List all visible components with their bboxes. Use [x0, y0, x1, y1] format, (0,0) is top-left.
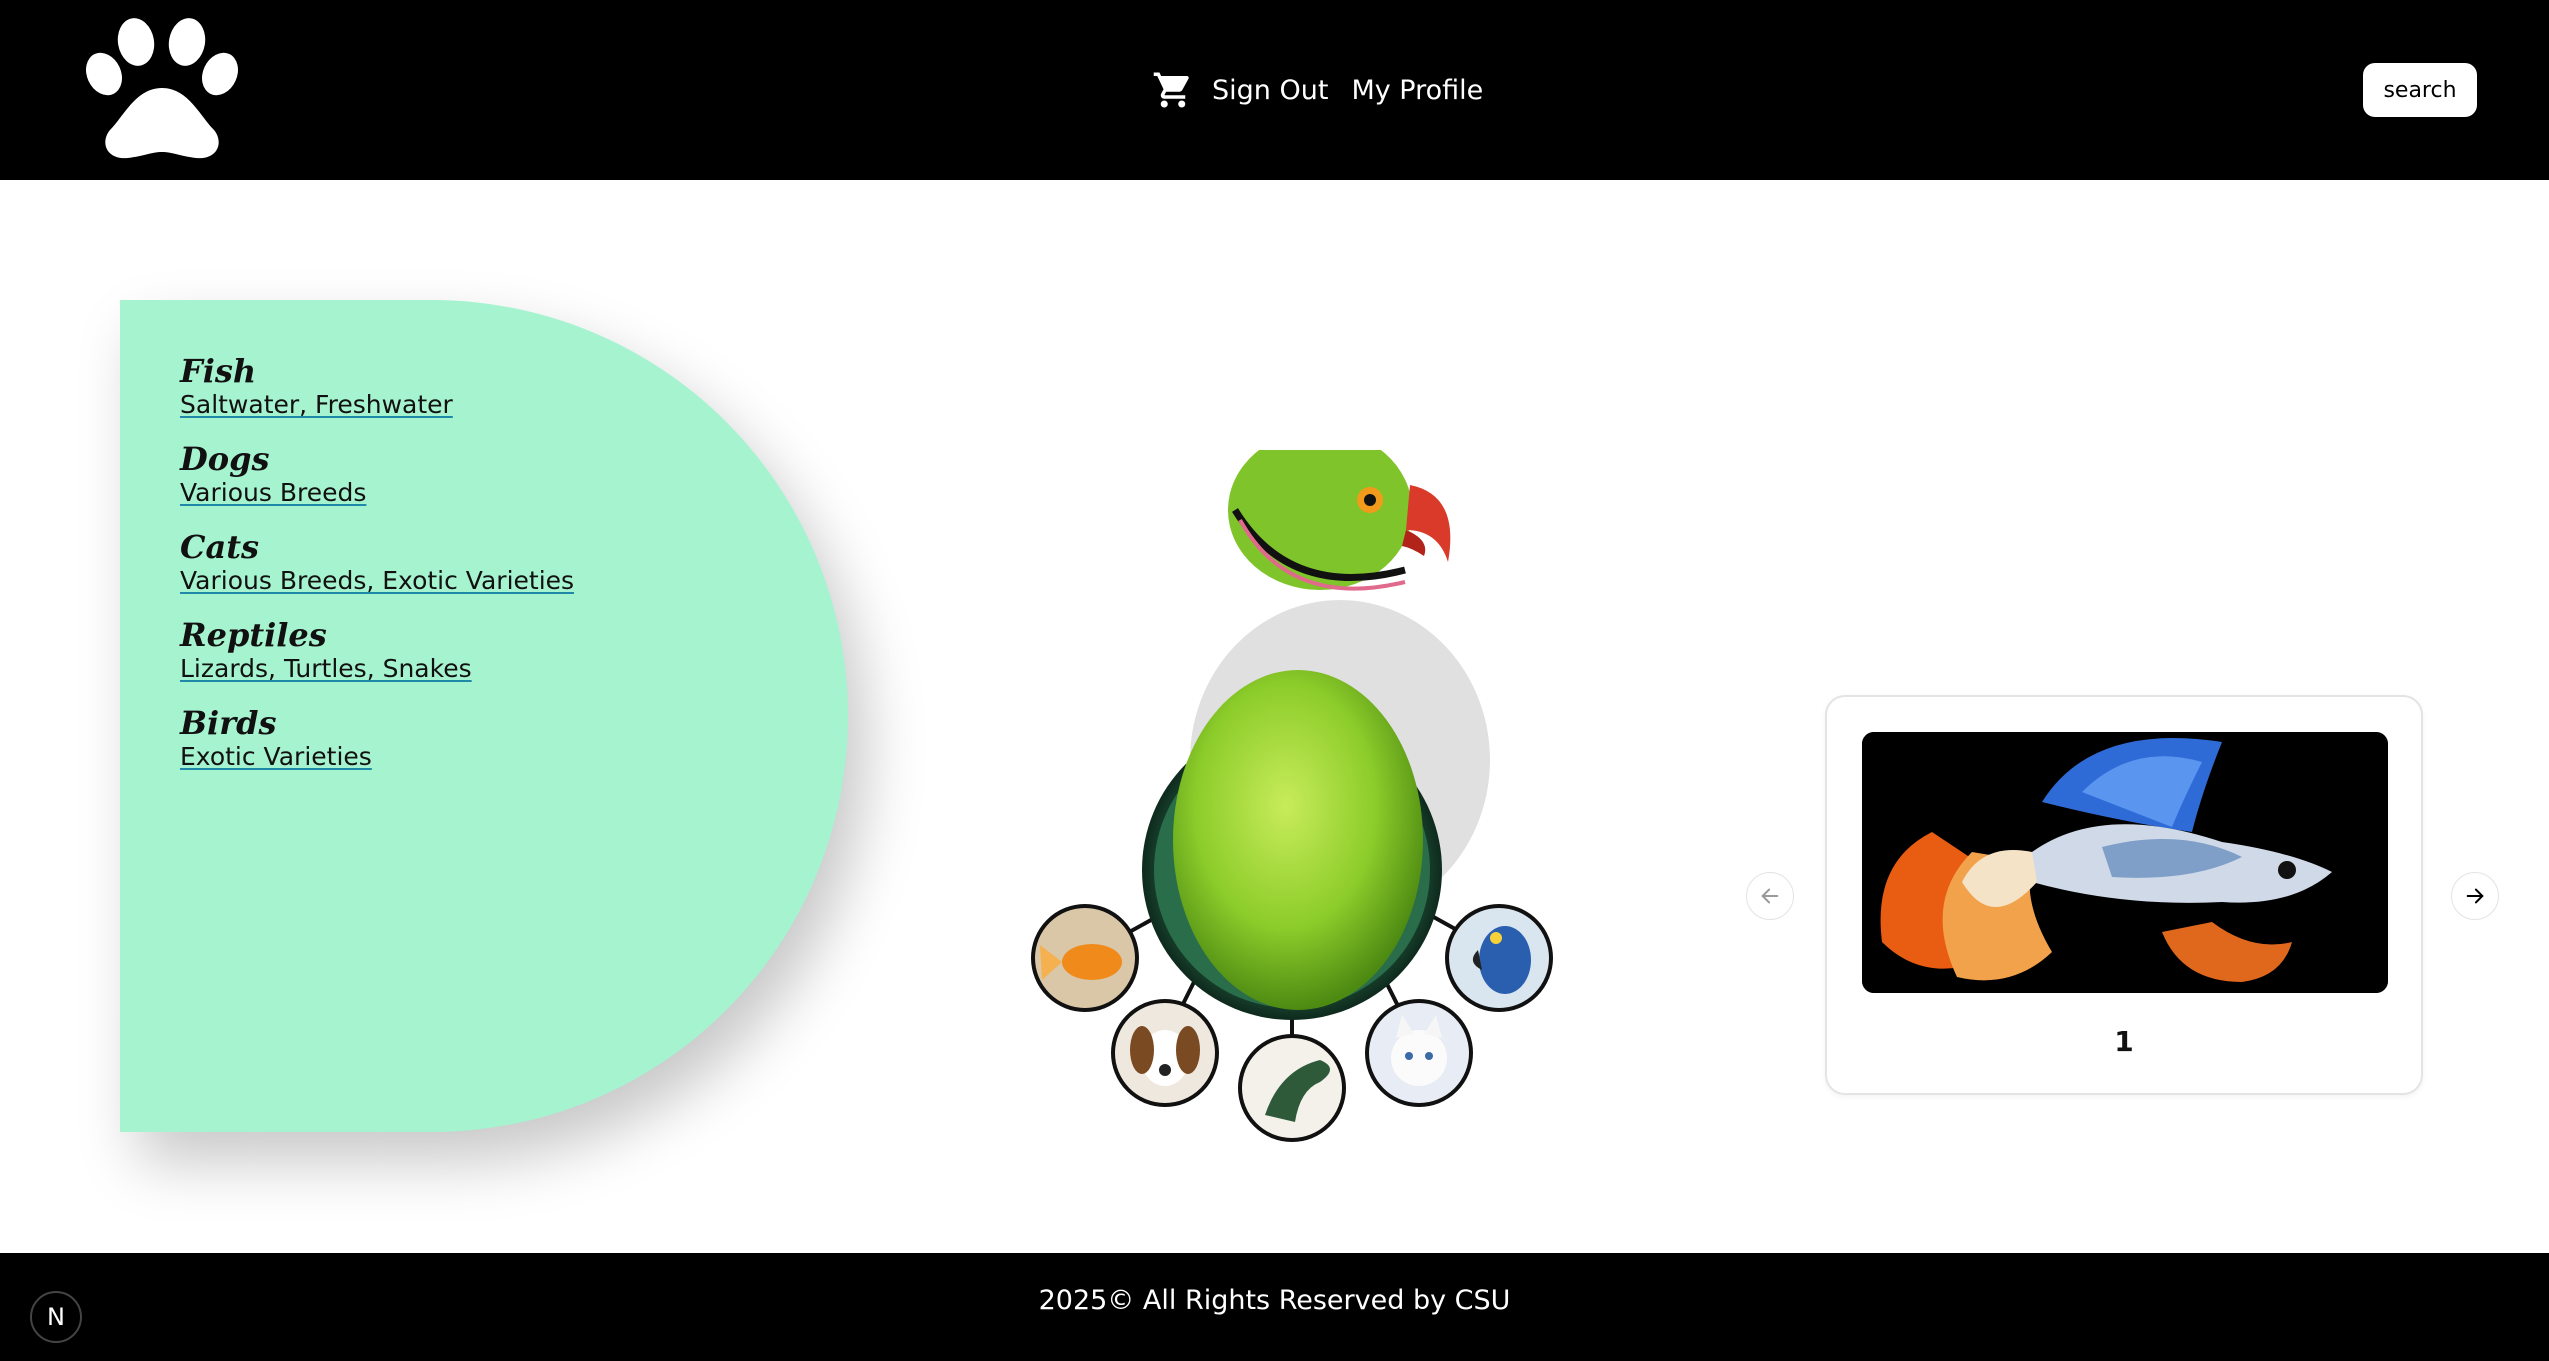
- arrow-left-icon: [1761, 888, 1779, 904]
- carousel-next-button[interactable]: [2451, 872, 2499, 920]
- footer-copyright: 2025© All Rights Reserved by CSU: [1038, 1285, 1511, 1316]
- main-content: Fish Saltwater, Freshwater Dogs Various …: [0, 180, 2549, 1253]
- category-link-dogs[interactable]: Various Breeds: [180, 478, 366, 508]
- carousel-card[interactable]: 1: [1825, 695, 2423, 1095]
- category-dogs: Dogs Various Breeds: [180, 440, 574, 508]
- category-cats: Cats Various Breeds, Exotic Varieties: [180, 528, 574, 596]
- search-button[interactable]: search: [2363, 63, 2477, 117]
- arrow-right-icon: [2466, 888, 2484, 904]
- shopping-cart-icon[interactable]: [1152, 69, 1194, 111]
- category-birds: Birds Exotic Varieties: [180, 704, 574, 772]
- carousel-card-label: 1: [2114, 1025, 2134, 1058]
- category-list: Fish Saltwater, Freshwater Dogs Various …: [180, 352, 574, 792]
- category-panel: Fish Saltwater, Freshwater Dogs Various …: [120, 300, 848, 1132]
- paw-print-icon[interactable]: [84, 18, 240, 161]
- category-link-birds[interactable]: Exotic Varieties: [180, 742, 372, 772]
- category-name: Reptiles: [180, 616, 327, 654]
- header-nav: Sign Out My Profile: [1152, 68, 1506, 112]
- category-name: Dogs: [180, 440, 270, 478]
- category-name: Birds: [180, 704, 277, 742]
- betta-fish-image: [1862, 732, 2388, 993]
- site-header: Sign Out My Profile search: [0, 0, 2549, 180]
- category-link-fish[interactable]: Saltwater, Freshwater: [180, 390, 453, 420]
- category-link-reptiles[interactable]: Lizards, Turtles, Snakes: [180, 654, 472, 684]
- carousel-prev-button[interactable]: [1746, 872, 1794, 920]
- my-profile-link[interactable]: My Profile: [1351, 75, 1483, 106]
- sign-out-link[interactable]: Sign Out: [1212, 75, 1328, 106]
- category-fish: Fish Saltwater, Freshwater: [180, 352, 574, 420]
- site-footer: N 2025© All Rights Reserved by CSU: [0, 1253, 2549, 1361]
- pets-collage-image: [1031, 450, 1553, 1142]
- category-name: Fish: [180, 352, 257, 390]
- category-name: Cats: [180, 528, 259, 566]
- category-link-cats[interactable]: Various Breeds, Exotic Varieties: [180, 566, 574, 596]
- category-reptiles: Reptiles Lizards, Turtles, Snakes: [180, 616, 574, 684]
